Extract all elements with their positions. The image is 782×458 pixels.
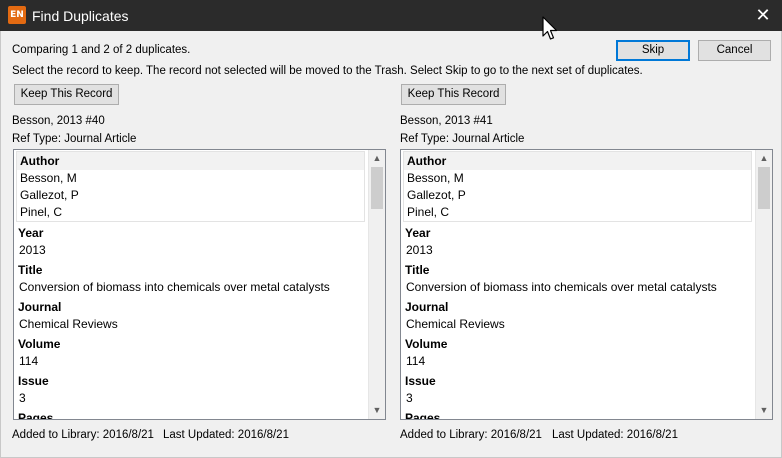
ref-type-right: Ref Type: Journal Article xyxy=(400,133,525,145)
title-label: Title xyxy=(405,263,430,277)
title-value: Conversion of biomass into chemicals ove… xyxy=(19,280,330,294)
keep-record-right-button[interactable]: Keep This Record xyxy=(401,84,506,105)
year-value: 2013 xyxy=(406,243,433,257)
close-icon[interactable]: ✕ xyxy=(752,4,774,26)
cancel-button[interactable]: Cancel xyxy=(698,40,771,61)
journal-value: Chemical Reviews xyxy=(406,317,505,331)
volume-value: 114 xyxy=(406,354,426,368)
author-field-box[interactable]: Author Besson, M Gallezot, P Pinel, C xyxy=(403,151,752,222)
journal-label: Journal xyxy=(18,300,62,314)
record-panel-right[interactable]: Author Besson, M Gallezot, P Pinel, C Ye… xyxy=(400,149,773,420)
find-duplicates-dialog: Comparing 1 and 2 of 2 duplicates. Selec… xyxy=(0,31,782,458)
scroll-thumb[interactable] xyxy=(758,167,770,209)
chevron-up-icon[interactable]: ▲ xyxy=(369,150,385,167)
chevron-down-icon[interactable]: ▼ xyxy=(756,402,772,419)
chevron-down-icon[interactable]: ▼ xyxy=(369,402,385,419)
issue-label: Issue xyxy=(18,374,49,388)
scrollbar-left[interactable]: ▲ ▼ xyxy=(368,150,385,419)
author-value: Gallezot, P xyxy=(407,188,466,202)
journal-value: Chemical Reviews xyxy=(19,317,118,331)
journal-label: Journal xyxy=(405,300,449,314)
author-value: Gallezot, P xyxy=(20,188,79,202)
record-panel-left[interactable]: Author Besson, M Gallezot, P Pinel, C Ye… xyxy=(13,149,386,420)
author-value: Besson, M xyxy=(20,171,77,185)
instructions-text: Select the record to keep. The record no… xyxy=(12,65,643,77)
window-title: Find Duplicates xyxy=(32,8,129,24)
issue-label: Issue xyxy=(405,374,436,388)
issue-value: 3 xyxy=(406,391,413,405)
pages-label: Pages xyxy=(18,411,54,420)
year-label: Year xyxy=(405,226,431,240)
record-fields-left: Author Besson, M Gallezot, P Pinel, C Ye… xyxy=(14,150,368,419)
added-date-right: Added to Library: 2016/8/21 xyxy=(400,429,542,441)
author-label: Author xyxy=(404,152,751,170)
author-field-box[interactable]: Author Besson, M Gallezot, P Pinel, C xyxy=(16,151,365,222)
author-value: Pinel, C xyxy=(20,205,63,219)
title-bar: EN Find Duplicates ✕ xyxy=(0,0,782,31)
pages-label: Pages xyxy=(405,411,441,420)
updated-date-right: Last Updated: 2016/8/21 xyxy=(552,429,678,441)
year-value: 2013 xyxy=(19,243,46,257)
added-date-left: Added to Library: 2016/8/21 xyxy=(12,429,154,441)
volume-value: 114 xyxy=(19,354,39,368)
comparing-status: Comparing 1 and 2 of 2 duplicates. xyxy=(12,44,191,56)
skip-button[interactable]: Skip xyxy=(616,40,690,61)
mouse-cursor-icon xyxy=(542,16,558,40)
record-fields-right: Author Besson, M Gallezot, P Pinel, C Ye… xyxy=(401,150,755,419)
title-value: Conversion of biomass into chemicals ove… xyxy=(406,280,717,294)
record-id-left: Besson, 2013 #40 xyxy=(12,115,105,127)
author-value: Pinel, C xyxy=(407,205,450,219)
author-label: Author xyxy=(17,152,364,170)
updated-date-left: Last Updated: 2016/8/21 xyxy=(163,429,289,441)
year-label: Year xyxy=(18,226,44,240)
volume-label: Volume xyxy=(405,337,448,351)
title-label: Title xyxy=(18,263,43,277)
keep-record-left-button[interactable]: Keep This Record xyxy=(14,84,119,105)
author-value: Besson, M xyxy=(407,171,464,185)
issue-value: 3 xyxy=(19,391,26,405)
endnote-app-icon: EN xyxy=(8,6,26,24)
scrollbar-right[interactable]: ▲ ▼ xyxy=(755,150,772,419)
record-id-right: Besson, 2013 #41 xyxy=(400,115,493,127)
volume-label: Volume xyxy=(18,337,61,351)
chevron-up-icon[interactable]: ▲ xyxy=(756,150,772,167)
ref-type-left: Ref Type: Journal Article xyxy=(12,133,137,145)
scroll-thumb[interactable] xyxy=(371,167,383,209)
